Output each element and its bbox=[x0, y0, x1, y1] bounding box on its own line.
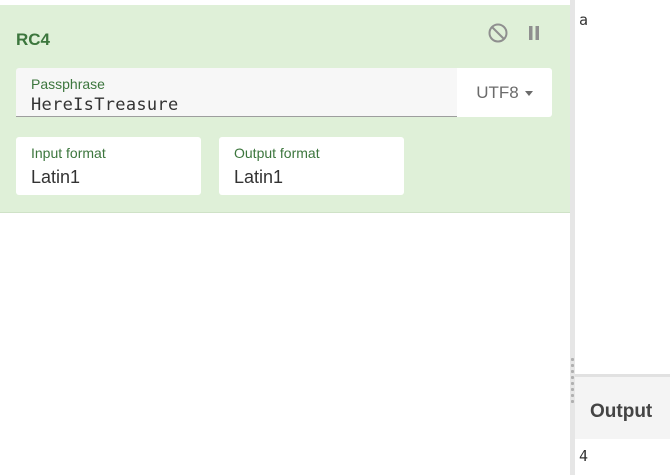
output-panel[interactable]: 4 bbox=[575, 439, 670, 475]
passphrase-encoding-dropdown[interactable]: UTF8 bbox=[457, 68, 552, 117]
pause-icon[interactable] bbox=[523, 22, 545, 44]
operation-title: RC4 bbox=[16, 30, 51, 49]
input-format-field[interactable]: Input format Latin1 bbox=[16, 137, 201, 195]
output-format-value[interactable]: Latin1 bbox=[234, 167, 283, 188]
output-title: Output bbox=[590, 401, 653, 422]
output-header: Output bbox=[575, 374, 670, 442]
input-panel[interactable]: a bbox=[575, 0, 670, 373]
output-format-label: Output format bbox=[234, 145, 320, 161]
input-format-label: Input format bbox=[31, 145, 106, 161]
caret-down-icon bbox=[524, 91, 533, 97]
disable-icon[interactable] bbox=[487, 22, 509, 44]
passphrase-field[interactable]: Passphrase HereIsTreasure bbox=[16, 68, 457, 117]
output-format-field[interactable]: Output format Latin1 bbox=[219, 137, 404, 195]
resize-grip-icon[interactable] bbox=[571, 358, 574, 408]
input-text[interactable]: a bbox=[579, 11, 588, 29]
input-format-value[interactable]: Latin1 bbox=[31, 167, 80, 188]
rc4-operation-card: RC4 Passphrase HereIsTreasure UTF8 Input… bbox=[0, 5, 570, 213]
encoding-label: UTF8 bbox=[476, 83, 519, 102]
passphrase-label: Passphrase bbox=[31, 76, 105, 92]
passphrase-value[interactable]: HereIsTreasure bbox=[31, 95, 179, 115]
output-text[interactable]: 4 bbox=[579, 447, 588, 465]
